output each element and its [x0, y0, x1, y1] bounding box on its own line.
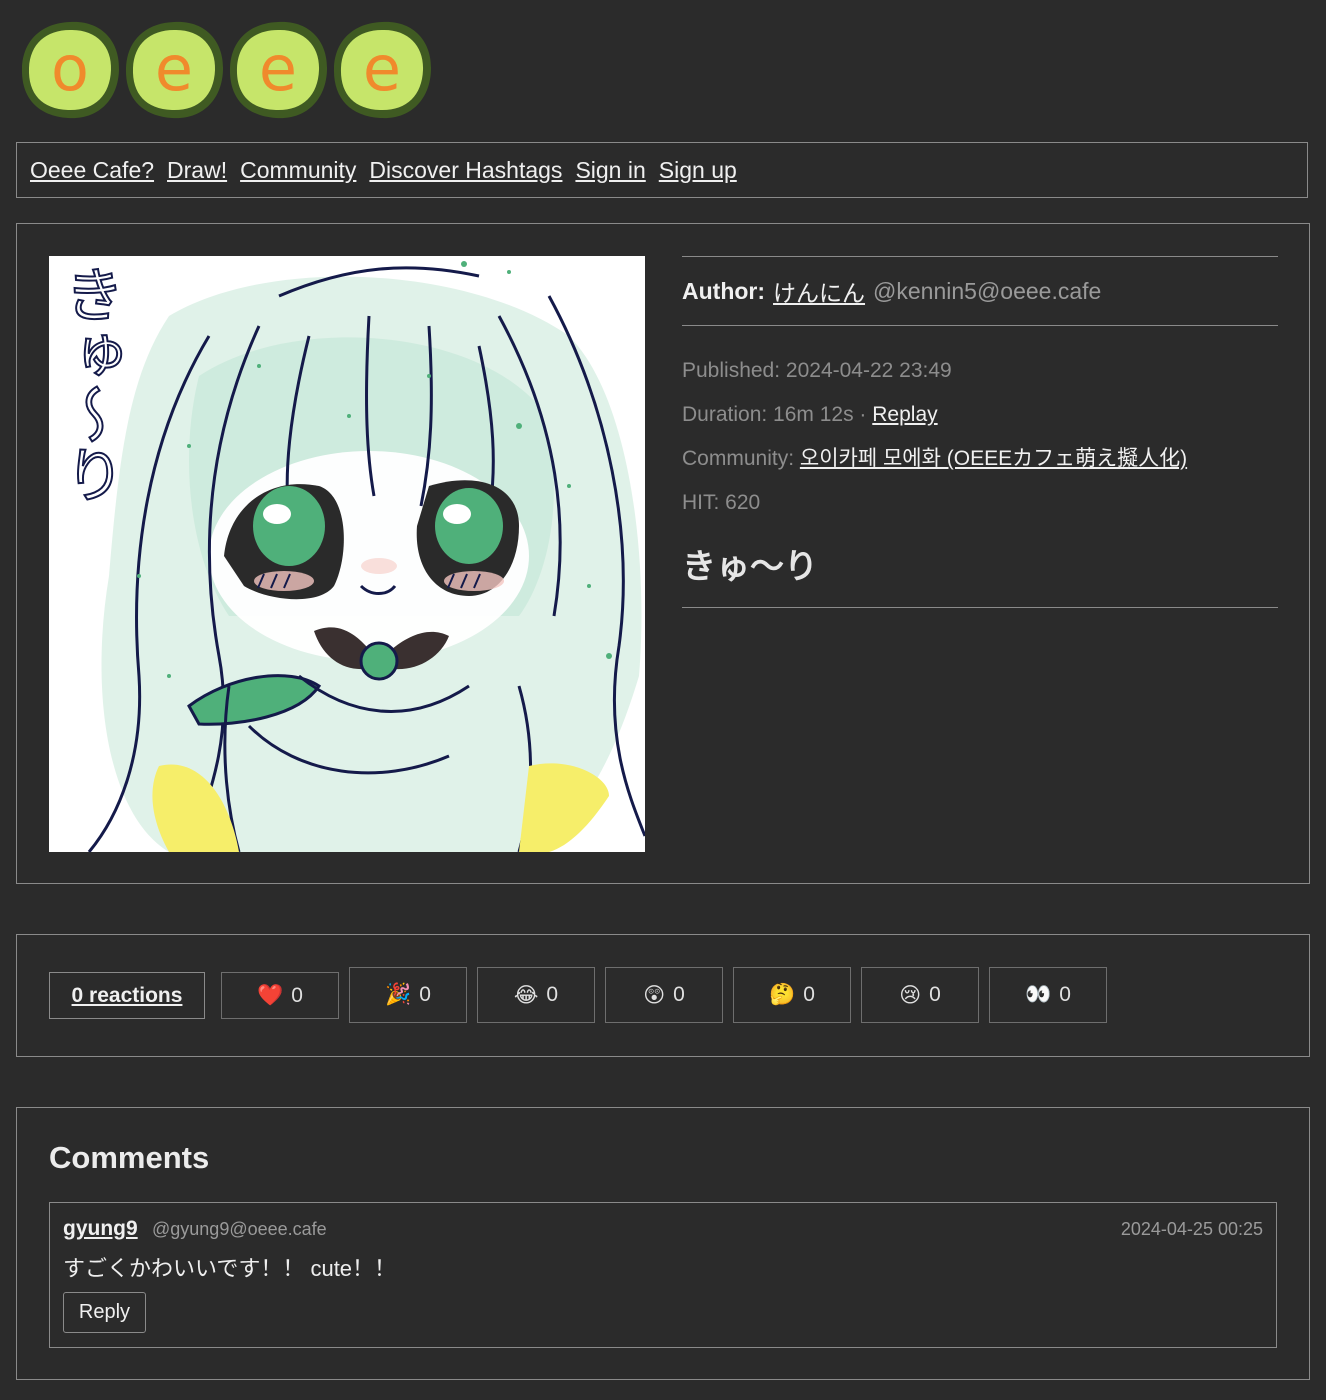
post-title: きゅ～り	[682, 548, 818, 586]
artwork-drawing	[49, 256, 645, 852]
author-label: Author:	[682, 277, 766, 304]
reaction-count: 0	[673, 983, 685, 1006]
nav-link-sign-up[interactable]: Sign up	[659, 157, 737, 184]
reactions-count-link[interactable]: 0 reactions	[72, 984, 183, 1008]
author-name-link[interactable]: けんにん	[773, 274, 865, 308]
comments-heading: Comments	[49, 1140, 210, 1175]
community-row: Community: 오이카페 모에화 (OEEEカフェ萌え擬人化)	[682, 445, 1278, 489]
logo-letter: e	[154, 32, 194, 105]
author-row: Author: けんにん @kennin5@oeee.cafe	[682, 257, 1278, 325]
site-logo[interactable]: o e e e	[16, 14, 436, 126]
thinking-icon: 🤔	[769, 983, 796, 1006]
reaction-count: 0	[929, 983, 941, 1006]
logo-blob: e	[122, 18, 226, 122]
artwork-handwritten-title: きゅ～り	[53, 263, 125, 505]
comment-body: すごくかわいいです！！ cute！！	[63, 1256, 397, 1281]
nav-link-hashtags[interactable]: Discover Hashtags	[369, 157, 562, 184]
comments-panel: Comments gyung9 @gyung9@oeee.cafe 2024-0…	[16, 1107, 1310, 1380]
comment-author-link[interactable]: gyung9	[63, 1217, 138, 1241]
reactions-count-button[interactable]: 0 reactions	[49, 972, 205, 1019]
reaction-thinking-button[interactable]: 🤔 0	[733, 967, 851, 1023]
reaction-count: 0	[803, 983, 815, 1006]
reaction-count: 0	[291, 983, 303, 1007]
nav-link-about[interactable]: Oeee Cafe?	[30, 157, 154, 184]
laughing-icon: 😂	[513, 983, 539, 1007]
replay-link[interactable]: Replay	[872, 403, 937, 426]
eyes-icon: 👀	[1025, 983, 1052, 1006]
reaction-count: 0	[1059, 983, 1071, 1006]
logo-letter: o	[51, 32, 89, 105]
heart-icon: ❤️	[257, 983, 284, 1007]
reaction-count: 0	[546, 983, 559, 1006]
logo-blob: o	[18, 18, 122, 122]
reaction-count: 0	[419, 983, 431, 1006]
post-panel: きゅ～り Author: けんにん @kennin5@oeee.cafe Pub…	[16, 223, 1310, 884]
nav-link-draw[interactable]: Draw!	[167, 157, 227, 184]
duration-text: Duration: 16m 12s ·	[682, 403, 867, 426]
comment-date: 2024-04-25 00:25	[1120, 1219, 1263, 1239]
nav-link-community[interactable]: Community	[240, 157, 356, 184]
post-meta: Author: けんにん @kennin5@oeee.cafe Publishe…	[682, 256, 1278, 608]
community-label: Community:	[682, 447, 795, 470]
astonished-icon: 😲	[643, 983, 666, 1007]
logo-blob: e	[226, 18, 330, 122]
top-nav: Oeee Cafe? Draw! Community Discover Hash…	[16, 142, 1308, 198]
logo-letter: e	[258, 32, 298, 105]
crying-icon: 😢	[899, 983, 922, 1007]
reactions-panel: 0 reactions ❤️ 0 🎉 0 😂 0 😲 0 🤔 0 😢 0 👀 0	[16, 934, 1310, 1057]
post-artwork[interactable]: きゅ～り	[49, 256, 645, 852]
logo-letter: e	[362, 32, 402, 105]
comment-item: gyung9 @gyung9@oeee.cafe 2024-04-25 00:2…	[49, 1202, 1277, 1348]
comment-author-handle: @gyung9@oeee.cafe	[152, 1219, 327, 1239]
reaction-eyes-button[interactable]: 👀 0	[989, 967, 1107, 1023]
divider	[682, 607, 1278, 608]
community-link[interactable]: 오이카페 모에화 (OEEEカフェ萌え擬人化)	[800, 447, 1187, 470]
logo-blob: e	[330, 18, 434, 122]
author-handle: @kennin5@oeee.cafe	[873, 277, 1102, 304]
reply-button[interactable]: Reply	[63, 1292, 146, 1333]
reaction-crying-button[interactable]: 😢 0	[861, 967, 979, 1023]
reaction-astonished-button[interactable]: 😲 0	[605, 967, 723, 1023]
published-date: Published: 2024-04-22 23:49	[682, 359, 952, 382]
post-info: Published: 2024-04-22 23:49 Duration: 16…	[682, 326, 1278, 607]
duration-row: Duration: 16m 12s · Replay	[682, 401, 1278, 445]
reaction-heart-button[interactable]: ❤️ 0	[221, 972, 339, 1019]
nav-link-sign-in[interactable]: Sign in	[575, 157, 645, 184]
reaction-laugh-button[interactable]: 😂 0	[477, 967, 595, 1023]
reaction-party-button[interactable]: 🎉 0	[349, 967, 467, 1023]
party-popper-icon: 🎉	[385, 983, 412, 1006]
hit-count: HIT: 620	[682, 491, 761, 514]
